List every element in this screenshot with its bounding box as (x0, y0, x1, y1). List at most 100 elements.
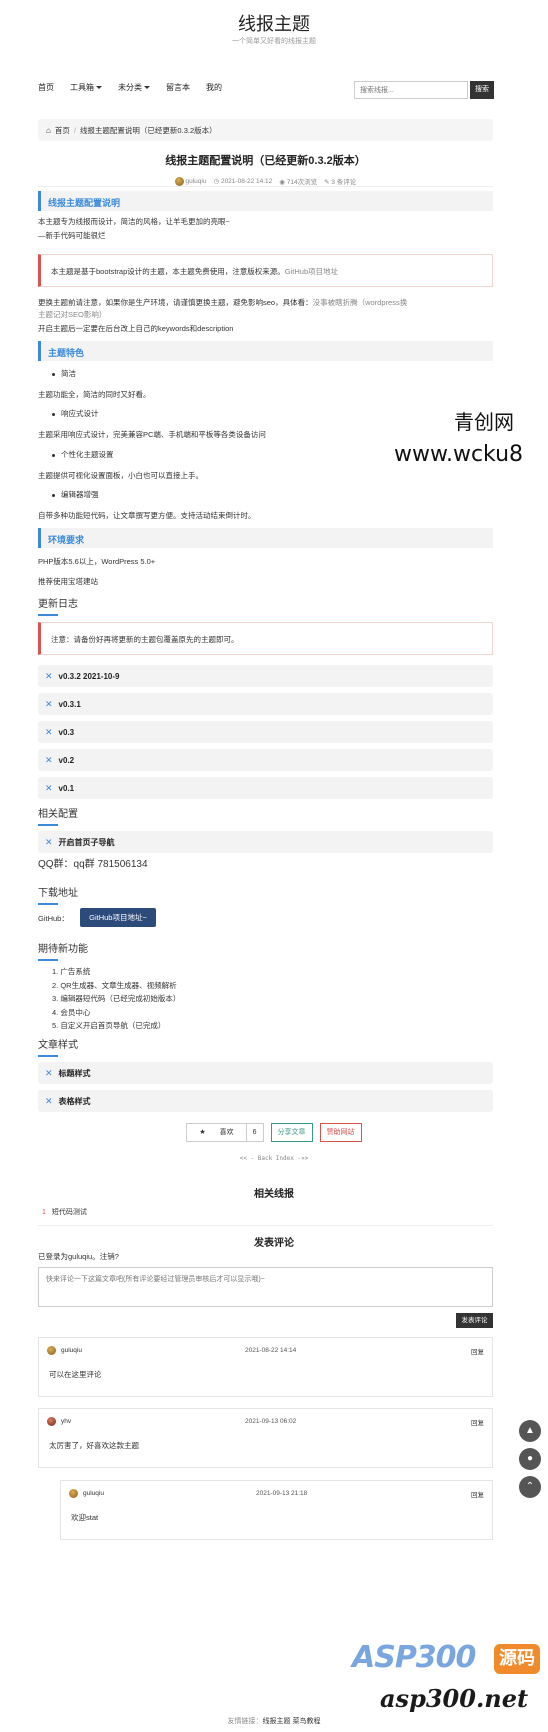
comment-author[interactable]: guluqiu (61, 1347, 82, 1354)
post-actions: ★ 喜欢 6 分享文章 赞助网站 (0, 1123, 548, 1142)
list-item: 1. 广告系统 (52, 967, 91, 976)
android-icon[interactable]: ▲ (519, 1420, 541, 1442)
site-subtitle: 一个简单又好看的线报主题 (232, 38, 316, 45)
github-button[interactable]: GitHub项目地址~ (80, 908, 156, 927)
login-status[interactable]: 已登录为guluqiu。注销? (38, 1251, 119, 1262)
accordion-label: 开启首页子导航 (58, 837, 115, 847)
keywords-note: 开启主题后一定要在后台改上自己的keywords和description (38, 324, 234, 333)
nav-label: 未分类 (118, 83, 142, 92)
env-php: PHP版本5.6以上，WordPress 5.0+ (38, 557, 156, 566)
wechat-icon[interactable]: ● (519, 1448, 541, 1470)
list-item: 3. 编辑器短代码（已经完成初始版本） (52, 994, 181, 1003)
heading-download: 下载地址 (38, 884, 78, 905)
friend-links[interactable]: 线报主题 菜鸟教程 (263, 1718, 321, 1725)
accordion-label: v0.1 (58, 783, 75, 793)
accordion-version[interactable]: ✕ v0.3 (38, 721, 493, 743)
github-label: GitHub： (38, 914, 69, 923)
star-icon: ★ (199, 1129, 206, 1136)
post-views: ◉ 714次浏览 (279, 176, 317, 186)
accordion-label: v0.3.2 2021-10-9 (58, 671, 120, 681)
like-count: 6 (245, 1124, 263, 1141)
comment-body: 太厉害了，好喜欢这款主题 (49, 1441, 139, 1450)
submit-comment-button[interactable]: 发表评论 (456, 1313, 493, 1328)
close-icon: ✕ (45, 754, 53, 765)
nav-item-mine[interactable]: 我的 (206, 82, 222, 93)
close-icon: ✕ (45, 1067, 53, 1078)
post-meta: guluqiu ◷ 2021-08-22 14:12 ◉ 714次浏览 ✎ 3 … (38, 176, 493, 186)
nav-item-uncategorized[interactable]: 未分类 (118, 82, 150, 93)
github-link[interactable]: GitHub项目地址 (285, 267, 338, 276)
post-comments[interactable]: ✎ 3 条评论 (324, 176, 356, 186)
related-text: 短代码测试 (51, 1209, 87, 1216)
heading-expect: 期待新功能 (38, 940, 88, 961)
accordion-version[interactable]: ✕ v0.2 (38, 749, 493, 771)
accordion-version[interactable]: ✕ v0.3.2 2021-10-9 (38, 665, 493, 687)
accordion-version[interactable]: ✕ v0.3.1 (38, 693, 493, 715)
comment-item: guluqiu 2021-08-22 14:14 回复 可以在这里评论 (38, 1337, 493, 1397)
reply-button[interactable]: 回复 (471, 1489, 484, 1499)
like-button[interactable]: ★ 喜欢 6 (186, 1123, 264, 1142)
accordion-subnav[interactable]: ✕ 开启首页子导航 (38, 831, 493, 853)
seo-article-link[interactable]: 没事被瞎折腾（wordpress换 (313, 298, 408, 307)
comment-author[interactable]: yhv (61, 1418, 71, 1425)
feature-item: 个性化主题设置 (52, 449, 114, 460)
back-to-top-icon[interactable]: ⌃ (519, 1476, 541, 1498)
post-date-text: 2021-08-22 14:12 (220, 178, 273, 185)
avatar (47, 1417, 56, 1426)
avatar (174, 176, 184, 186)
comment-header: guluqiu 2021-08-22 14:14 回复 (47, 1346, 484, 1356)
comment-reply-item: guluqiu 2021-09-13 21:18 回复 欢迎stat (60, 1480, 493, 1540)
heading-features: 主题特色 (38, 341, 493, 361)
related-title: 相关线报 (254, 1189, 294, 1200)
accordion-style[interactable]: ✕ 标题样式 (38, 1062, 493, 1084)
heading-changelog: 更新日志 (38, 595, 78, 616)
heading-config: 线报主题配置说明 (38, 191, 493, 211)
close-icon: ✕ (45, 698, 53, 709)
comment-item: yhv 2021-09-13 06:02 回复 太厉害了，好喜欢这款主题 (38, 1408, 493, 1468)
feature-desc: 自带多种功能短代码，让文章撰写更方便。支持活动结束倒计时。 (38, 511, 256, 520)
footer-label: 友情链接： (227, 1718, 263, 1725)
close-icon: ✕ (45, 782, 53, 793)
nav-item-tools[interactable]: 工具箱 (70, 82, 102, 93)
author-name: guluqiu (185, 177, 207, 185)
site-title[interactable]: 线报主题 (0, 10, 548, 36)
comment-body: 欢迎stat (71, 1513, 99, 1522)
qq-group: QQ群：qq群 781506134 (38, 859, 148, 870)
accordion-style[interactable]: ✕ 表格样式 (38, 1090, 493, 1112)
sponsor-button[interactable]: 赞助网站 (319, 1123, 362, 1142)
notice-backup: 注意：请备份好再将更新的主题包覆盖原先的主题即可。 (38, 622, 493, 655)
list-item: 5. 自定义开启首页导航（已完成） (52, 1021, 166, 1030)
close-icon: ✕ (45, 726, 53, 737)
main-nav: 首页 工具箱 未分类 留言本 我的 (38, 82, 222, 93)
intro-line-1: 本主题专为线报而设计，简洁的风格，让羊毛更加的亮眼~ (38, 217, 230, 226)
comment-textarea[interactable] (38, 1267, 493, 1307)
author[interactable]: guluqiu (174, 176, 207, 186)
seo-article-link-cont[interactable]: 主题记对SEO影响） (38, 310, 106, 319)
close-icon: ✕ (45, 670, 53, 681)
feature-item: 简洁 (52, 368, 76, 379)
divider (38, 186, 493, 187)
nav-label: 我的 (206, 83, 222, 92)
intro-line-2: —新手代码可能很烂 (38, 231, 106, 240)
accordion-label: v0.3 (58, 727, 75, 737)
comment-form-title: 发表评论 (254, 1238, 294, 1249)
caret-down-icon (96, 86, 102, 89)
heading-style: 文章样式 (38, 1036, 78, 1057)
related-item[interactable]: 1 短代码测试 (42, 1207, 87, 1217)
breadcrumb-home-link[interactable]: 首页 (55, 125, 70, 136)
like-label: ★ 喜欢 (187, 1124, 245, 1141)
breadcrumb: ⌂ 首页 / 线报主题配置说明（已经更新0.3.2版本） (38, 119, 493, 141)
search-button[interactable]: 搜索 (470, 81, 494, 99)
share-button[interactable]: 分享文章 (270, 1123, 313, 1142)
back-index-link[interactable]: << - Back Index -»> (0, 1155, 548, 1162)
reply-button[interactable]: 回复 (471, 1346, 484, 1356)
search-input[interactable] (354, 81, 468, 99)
avatar (47, 1346, 56, 1355)
accordion-version[interactable]: ✕ v0.1 (38, 777, 493, 799)
comment-author[interactable]: guluqiu (83, 1490, 104, 1497)
nav-item-guestbook[interactable]: 留言本 (166, 82, 190, 93)
list-item: 4. 会员中心 (52, 1007, 91, 1017)
asp-tag: 源码 (494, 1644, 540, 1674)
reply-button[interactable]: 回复 (471, 1417, 484, 1427)
nav-item-home[interactable]: 首页 (38, 82, 54, 93)
